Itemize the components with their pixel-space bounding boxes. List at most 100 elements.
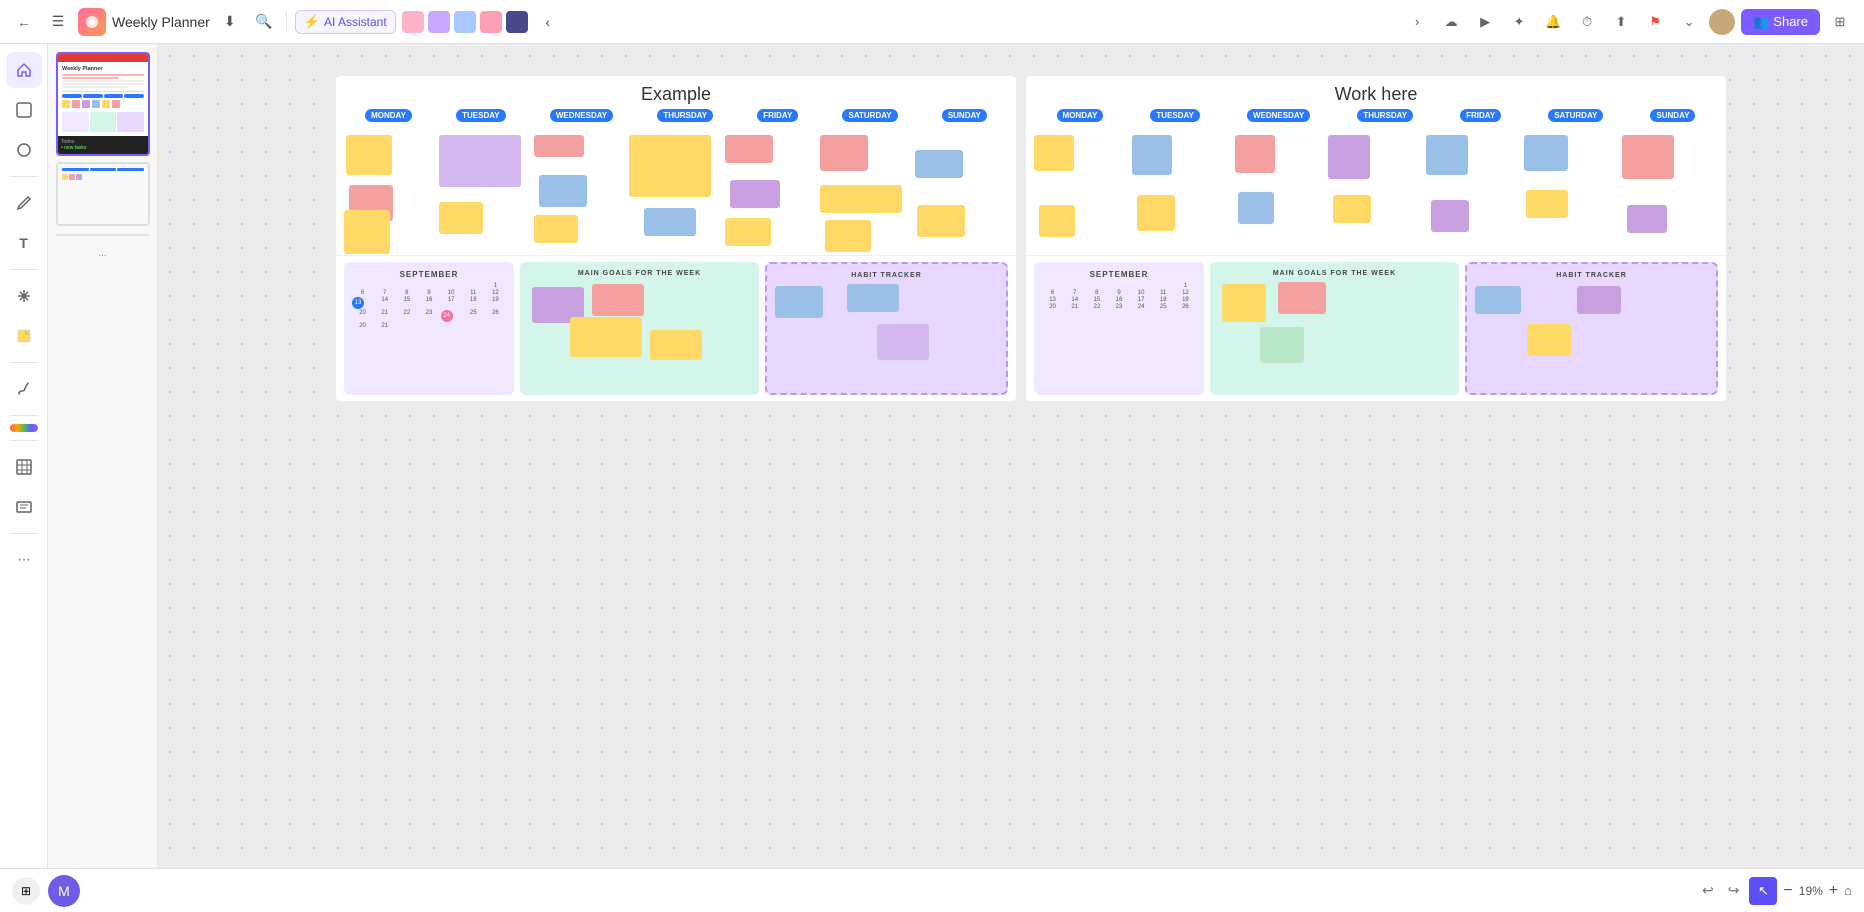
doc-tabs xyxy=(402,11,528,33)
play-icon[interactable]: ▶ xyxy=(1471,8,1499,36)
sticky-ex-17[interactable] xyxy=(915,150,963,178)
page-thumb-2[interactable] xyxy=(56,162,150,226)
doc-tab-4[interactable] xyxy=(480,11,502,33)
doc-tab-2[interactable] xyxy=(428,11,450,33)
wk-sticky-1[interactable] xyxy=(1034,135,1074,171)
sticky-ex-15[interactable] xyxy=(820,185,902,213)
wk-sticky-11[interactable] xyxy=(1524,135,1568,171)
sidebar-color-strip[interactable] xyxy=(10,424,38,432)
maximize-icon[interactable]: ⊞ xyxy=(1826,8,1854,36)
wk-goal-sticky-3[interactable] xyxy=(1260,327,1304,363)
wk-sticky-4[interactable] xyxy=(1137,195,1175,231)
sticky-ex-1[interactable] xyxy=(346,135,392,175)
wk-sticky-14[interactable] xyxy=(1627,205,1667,233)
wk-sticky-7[interactable] xyxy=(1328,135,1370,179)
work-bottom: SEPTEMBER 1 6789101112 13141516171819 20… xyxy=(1026,256,1726,401)
wk-habit-sticky-2[interactable] xyxy=(1527,324,1571,356)
search-button[interactable]: 🔍 xyxy=(250,8,278,36)
wk-sticky-3[interactable] xyxy=(1132,135,1172,175)
sidebar-pen-icon[interactable] xyxy=(6,185,42,221)
flag-icon[interactable]: ⚑ xyxy=(1641,8,1669,36)
wk-habit-sticky-1[interactable] xyxy=(1475,286,1521,314)
habit-sticky-2[interactable] xyxy=(847,284,899,312)
doc-tab-1[interactable] xyxy=(402,11,424,33)
sticky-ex-16[interactable] xyxy=(825,220,871,252)
canvas-area[interactable]: Example MONDAY TUESDAY WEDNESDAY THURSDA… xyxy=(158,44,1864,912)
more-button[interactable]: ‹ xyxy=(534,8,562,36)
mindmap-button[interactable]: M xyxy=(48,875,80,907)
wk-habit-sticky-3[interactable] xyxy=(1577,286,1621,314)
day-saturday-wk: SATURDAY xyxy=(1548,109,1603,122)
cloud-save-icon[interactable]: ☁ xyxy=(1437,8,1465,36)
sticky-ex-8[interactable] xyxy=(534,215,578,243)
back-button[interactable]: ← xyxy=(10,8,38,36)
sidebar-text-icon[interactable]: T xyxy=(6,225,42,261)
wk-sticky-12[interactable] xyxy=(1526,190,1568,218)
sidebar-frame-icon[interactable] xyxy=(6,92,42,128)
example-label: Example xyxy=(336,76,1016,109)
sticky-ex-12[interactable] xyxy=(730,180,780,208)
sticky-ex-5[interactable] xyxy=(439,202,483,234)
habit-sticky-3[interactable] xyxy=(877,324,929,360)
cursor-tool-button[interactable]: ↖ xyxy=(1749,877,1777,905)
doc-tab-3[interactable] xyxy=(454,11,476,33)
bell-icon[interactable]: 🔔 xyxy=(1539,8,1567,36)
star-icon[interactable]: ✦ xyxy=(1505,8,1533,36)
sticky-ex-11[interactable] xyxy=(725,135,773,163)
wk-sticky-6[interactable] xyxy=(1238,192,1274,224)
doc-tab-5[interactable] xyxy=(506,11,528,33)
sidebar-home-icon[interactable] xyxy=(6,52,42,88)
sidebar-sticky-icon[interactable] xyxy=(6,318,42,354)
chevron-down-icon[interactable]: ⌄ xyxy=(1675,8,1703,36)
saturday-col-ex xyxy=(820,130,913,251)
sticky-ex-7[interactable] xyxy=(539,175,587,207)
pages-icon[interactable]: ⊞ xyxy=(12,877,40,905)
goal-sticky-3[interactable] xyxy=(570,317,642,357)
sticky-ex-9[interactable] xyxy=(629,135,711,197)
share-button[interactable]: 👥 Share xyxy=(1741,9,1820,35)
wk-goal-sticky-1[interactable] xyxy=(1222,284,1266,322)
redo-button[interactable]: ↪ xyxy=(1724,878,1744,903)
menu-button[interactable]: ☰ xyxy=(44,8,72,36)
day-monday-ex: MONDAY xyxy=(365,109,412,122)
habit-sticky-1[interactable] xyxy=(775,286,823,318)
zoom-out-button[interactable]: − xyxy=(1783,882,1792,900)
wk-sticky-10[interactable] xyxy=(1431,200,1469,232)
sidebar-circle-icon[interactable] xyxy=(6,132,42,168)
chevron-right-icon[interactable]: › xyxy=(1403,8,1431,36)
sidebar-brush-icon[interactable] xyxy=(6,371,42,407)
sticky-ex-14[interactable] xyxy=(820,135,868,171)
sidebar-star-cross-icon[interactable] xyxy=(6,278,42,314)
bottombar-left: ⊞ M xyxy=(12,875,80,907)
wk-goal-sticky-2[interactable] xyxy=(1278,282,1326,314)
sticky-ex-13[interactable] xyxy=(725,218,771,246)
pages-more-dots[interactable]: ... xyxy=(98,248,106,259)
wk-sticky-5[interactable] xyxy=(1235,135,1275,173)
goal-sticky-2[interactable] xyxy=(592,284,644,316)
ai-assistant-button[interactable]: ⚡ AI Assistant xyxy=(295,10,396,34)
wk-sticky-9[interactable] xyxy=(1426,135,1468,175)
sticky-ex-3[interactable] xyxy=(344,210,390,254)
timer-icon[interactable]: ⏱ xyxy=(1573,8,1601,36)
goals-box-ex: MAIN GOALS FOR THE WEEK xyxy=(520,262,759,395)
undo-button[interactable]: ↩ xyxy=(1698,878,1718,903)
sticky-ex-10[interactable] xyxy=(644,208,696,236)
sticky-ex-6[interactable] xyxy=(534,135,584,157)
page-thumb-1[interactable]: Weekly Planner xyxy=(56,52,150,156)
download-button[interactable]: ⬇ xyxy=(216,8,244,36)
wk-sticky-13[interactable] xyxy=(1622,135,1674,179)
sticky-ex-18[interactable] xyxy=(917,205,965,237)
bottombar-right: ↩ ↪ ↖ − 19% + ⌂ xyxy=(1698,877,1852,905)
sidebar-table-icon[interactable] xyxy=(6,449,42,485)
wk-sticky-2[interactable] xyxy=(1039,205,1075,237)
zoom-in-button[interactable]: + xyxy=(1829,882,1838,900)
sticky-ex-4[interactable] xyxy=(439,135,521,187)
main-layout: T ··· Weekly Planner xyxy=(0,44,1864,912)
wk-sticky-8[interactable] xyxy=(1333,195,1371,223)
sidebar-text2-icon[interactable] xyxy=(6,489,42,525)
fit-button[interactable]: ⌂ xyxy=(1844,883,1852,898)
upload-icon[interactable]: ⬆ xyxy=(1607,8,1635,36)
sidebar-dots-icon[interactable]: ··· xyxy=(6,542,42,578)
day-wednesday-ex: WEDNESDAY xyxy=(550,109,613,122)
goal-sticky-4[interactable] xyxy=(650,330,702,360)
